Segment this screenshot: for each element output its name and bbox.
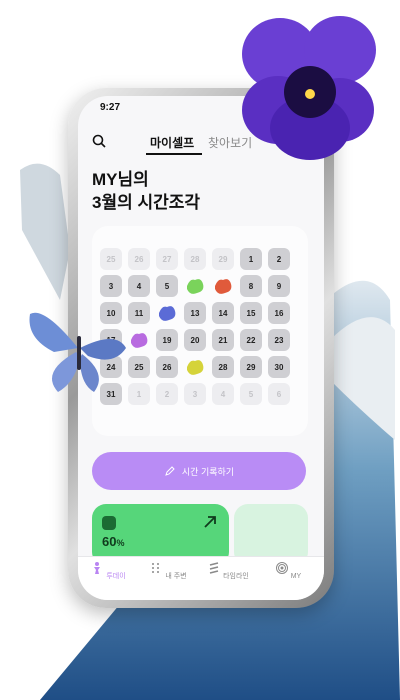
tab-myself[interactable]: 마이셀프 (150, 134, 194, 151)
calendar-day[interactable]: 23 (268, 329, 290, 351)
calendar-day[interactable]: 6 (268, 383, 290, 405)
calendar-day[interactable]: 1 (240, 248, 262, 270)
calendar-day[interactable]: 5 (156, 275, 178, 297)
calendar-day[interactable]: 15 (240, 302, 262, 324)
bottom-nav: 투데이 내 주변 타임라인 MY (78, 556, 324, 600)
calendar-day[interactable]: 8 (240, 275, 262, 297)
target-icon (275, 562, 288, 574)
calendar-day[interactable]: 5 (240, 383, 262, 405)
pansy-flower-decoration (242, 16, 376, 160)
calendar-day[interactable]: 25 (100, 248, 122, 270)
calendar-mark-yellow-wave[interactable] (184, 356, 206, 378)
nav-timeline-label: 타임라인 (223, 573, 249, 580)
calendar-day[interactable]: 3 (100, 275, 122, 297)
nav-my-label: MY (290, 573, 302, 580)
calendar-mark-green-blob[interactable] (184, 275, 206, 297)
calendar-day[interactable]: 27 (156, 248, 178, 270)
dots-icon (152, 563, 160, 573)
calendar-day[interactable]: 29 (240, 356, 262, 378)
calendar-day[interactable]: 2 (156, 383, 178, 405)
calendar-mark-sun-red[interactable] (212, 275, 234, 297)
calendar-day[interactable]: 4 (128, 275, 150, 297)
calendar-day[interactable]: 26 (156, 356, 178, 378)
coffee-icon (102, 516, 116, 530)
calendar-mark-blue-scribble[interactable] (156, 302, 178, 324)
status-time: 9:27 (100, 102, 121, 113)
title-line-2: 3월의 시간조각 (92, 193, 201, 212)
calendar-day[interactable]: 20 (184, 329, 206, 351)
calendar-day[interactable]: 30 (268, 356, 290, 378)
nav-timeline[interactable]: 타임라인 (200, 561, 256, 581)
active-tab-indicator (146, 153, 202, 155)
nav-my[interactable]: MY (260, 561, 316, 580)
calendar-day[interactable]: 14 (212, 302, 234, 324)
timeline-icon (209, 562, 219, 574)
calendar-day[interactable]: 28 (212, 356, 234, 378)
nav-today-label: 투데이 (106, 573, 126, 580)
calendar-day[interactable]: 19 (156, 329, 178, 351)
title-line-1: MY님의 (92, 170, 149, 189)
pencil-icon (165, 466, 175, 476)
figure-icon (94, 562, 101, 574)
record-time-button[interactable]: 시간 기록하기 (92, 452, 306, 490)
nav-today[interactable]: 투데이 (80, 561, 136, 581)
arrow-up-right-icon[interactable] (202, 514, 218, 530)
nav-nearby-label: 내 주변 (165, 573, 187, 580)
stat-percent: 60% (102, 534, 124, 549)
calendar-day[interactable]: 21 (212, 329, 234, 351)
stat-percent-unit: % (116, 538, 125, 548)
nav-nearby[interactable]: 내 주변 (140, 561, 196, 581)
calendar-day[interactable]: 4 (212, 383, 234, 405)
calendar-day[interactable]: 26 (128, 248, 150, 270)
calendar-day[interactable]: 13 (184, 302, 206, 324)
record-time-label: 시간 기록하기 (181, 466, 235, 477)
calendar-day[interactable]: 9 (268, 275, 290, 297)
search-icon[interactable] (92, 134, 106, 148)
calendar-day[interactable]: 2 (268, 248, 290, 270)
butterfly-decoration (29, 312, 126, 392)
calendar-day[interactable]: 22 (240, 329, 262, 351)
calendar-day[interactable]: 29 (212, 248, 234, 270)
calendar-day[interactable]: 3 (184, 383, 206, 405)
stat-percent-value: 60 (102, 534, 117, 549)
page-title: MY님의 3월의 시간조각 (92, 168, 200, 214)
calendar-day[interactable]: 28 (184, 248, 206, 270)
calendar-day[interactable]: 16 (268, 302, 290, 324)
